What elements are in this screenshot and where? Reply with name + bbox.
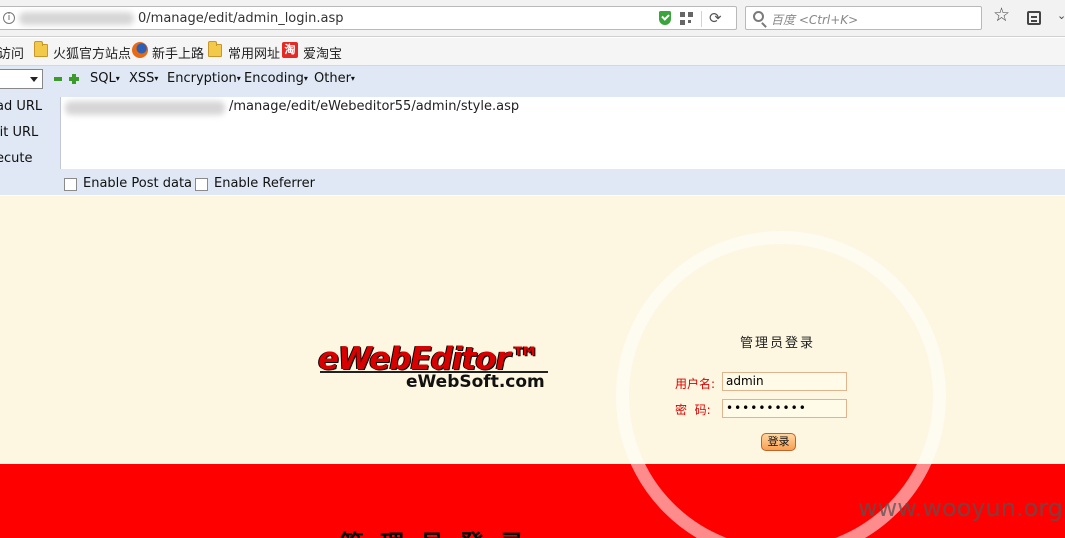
bookmark-star-icon[interactable]: ☆	[993, 5, 1010, 25]
folder-icon	[208, 41, 222, 57]
ewebsoft-logo: eWebSoft.com	[406, 372, 545, 392]
url-text[interactable]: 0/manage/edit/admin_login.asp	[138, 11, 343, 26]
tracking-shield-icon[interactable]	[659, 11, 671, 25]
url-bar[interactable]: i 0/manage/edit/admin_login.asp ⟳	[0, 6, 737, 30]
hackbar-select[interactable]	[0, 69, 43, 89]
username-label: 用户名:	[675, 377, 716, 391]
bottom-title: 管理员登录	[340, 524, 540, 538]
login-title: 管理员登录	[740, 336, 816, 351]
bookmarks-toolbar: 访问 火狐官方站点 新手上路 常用网址 淘 爱淘宝	[0, 38, 1065, 65]
bookmark-common-sites[interactable]: 常用网址	[228, 43, 280, 62]
split-url-button[interactable]: lit URL	[0, 125, 38, 140]
login-button[interactable]: 登录	[761, 433, 796, 451]
hackbar-url-field[interactable]: /manage/edit/eWebeditor55/admin/style.as…	[60, 97, 1065, 169]
menu-other[interactable]: Other▾	[314, 71, 355, 86]
reading-list-icon[interactable]	[1027, 11, 1041, 25]
bookmark-most-visited[interactable]: 访问	[0, 43, 24, 62]
menu-xss[interactable]: XSS▾	[129, 71, 158, 86]
search-icon	[753, 11, 764, 22]
page-content: eWebEditor™ eWebSoft.com 管理员登录 用户名: admi…	[0, 196, 1065, 538]
increase-icon[interactable]	[69, 74, 79, 84]
chevron-down-icon[interactable]: ⌄	[1057, 9, 1065, 22]
divider	[701, 11, 702, 27]
bookmark-getting-started[interactable]: 新手上路	[152, 43, 204, 62]
post-data-checkbox[interactable]	[64, 178, 77, 191]
bookmark-taobao[interactable]: 爱淘宝	[303, 43, 342, 62]
username-field[interactable]: admin	[722, 372, 847, 391]
reload-icon[interactable]: ⟳	[709, 9, 722, 27]
qr-code-icon[interactable]	[680, 12, 693, 25]
hackbar-panel: SQL▾ XSS▾ Encryption▾ Encoding▾ Other▾ a…	[0, 65, 1065, 195]
folder-icon	[34, 41, 48, 57]
referrer-label: Enable Referrer	[214, 176, 315, 191]
search-box[interactable]: 百度 <Ctrl+K>	[745, 6, 982, 30]
post-data-label: Enable Post data	[83, 176, 193, 191]
redacted-host	[65, 101, 225, 115]
firefox-icon	[132, 42, 148, 58]
watermark: www.wooyun.org	[858, 494, 1063, 522]
navigation-toolbar: i 0/manage/edit/admin_login.asp ⟳ 百度 <Ct…	[0, 0, 1065, 37]
load-url-button[interactable]: ad URL	[0, 99, 42, 114]
menu-encryption[interactable]: Encryption▾	[167, 71, 241, 86]
execute-button[interactable]: ecute	[0, 151, 32, 166]
taobao-icon: 淘	[282, 42, 298, 58]
search-placeholder: 百度 <Ctrl+K>	[771, 13, 859, 27]
hackbar-url-text: /manage/edit/eWebeditor55/admin/style.as…	[229, 99, 520, 114]
redacted-host	[19, 12, 134, 25]
decrease-icon[interactable]	[54, 77, 62, 81]
menu-sql[interactable]: SQL▾	[90, 71, 120, 86]
menu-encoding[interactable]: Encoding▾	[244, 71, 308, 86]
password-label: 密 码:	[675, 403, 711, 417]
info-icon[interactable]: i	[3, 12, 15, 24]
password-field[interactable]: ••••••••••	[722, 399, 847, 418]
bookmark-firefox-official[interactable]: 火狐官方站点	[53, 43, 131, 62]
referrer-checkbox[interactable]	[195, 178, 208, 191]
